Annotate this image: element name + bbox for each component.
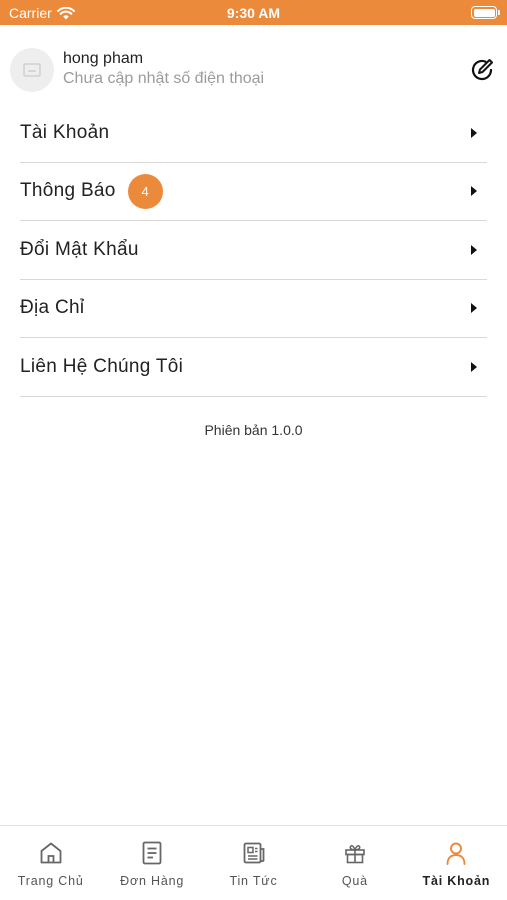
- menu-item-label: Địa Chỉ: [20, 297, 85, 319]
- avatar[interactable]: [10, 48, 54, 92]
- menu-item-address[interactable]: Địa Chỉ: [20, 280, 487, 338]
- chevron-right-icon: [471, 244, 477, 255]
- settings-menu: Tài Khoản Thông Báo 4 Đổi Mật Khẩu Địa C…: [20, 104, 487, 397]
- menu-item-label: Liên Hệ Chúng Tôi: [20, 355, 184, 377]
- notification-badge: 4: [127, 173, 163, 209]
- chevron-right-icon: [471, 303, 477, 314]
- menu-item-contact-us[interactable]: Liên Hệ Chúng Tôi: [20, 338, 487, 397]
- profile-name: hong pham: [63, 50, 144, 67]
- gift-icon: [342, 840, 368, 866]
- tab-home[interactable]: Trang Chủ: [0, 826, 101, 900]
- profile-phone: Chưa cập nhật số điện thoại: [63, 70, 265, 87]
- status-time: 9:30 AM: [226, 5, 281, 21]
- bottom-tab-bar: Trang Chủ Đơn Hàng Tin Tức Quà Tài Khoản: [0, 825, 507, 900]
- status-bar: Carrier 9:30 AM: [0, 0, 507, 25]
- edit-profile-button[interactable]: [467, 55, 497, 85]
- tab-label: Quà: [341, 874, 368, 888]
- profile-header: hong pham Chưa cập nhật số điện thoại: [10, 45, 497, 95]
- menu-item-change-password[interactable]: Đổi Mật Khẩu: [20, 221, 487, 280]
- news-icon: [241, 840, 267, 866]
- edit-icon: [471, 59, 493, 81]
- chevron-right-icon: [471, 186, 477, 197]
- orders-icon: [139, 840, 165, 866]
- tab-gifts[interactable]: Quà: [304, 826, 405, 900]
- menu-item-label: Đổi Mật Khẩu: [20, 238, 139, 260]
- menu-item-notifications[interactable]: Thông Báo 4: [20, 163, 487, 221]
- tab-label: Tin Tức: [229, 874, 278, 888]
- menu-item-label: Tài Khoản: [20, 121, 110, 143]
- tab-label: Trang Chủ: [17, 874, 84, 888]
- home-icon: [38, 840, 64, 866]
- avatar-placeholder-icon: [23, 63, 41, 77]
- chevron-right-icon: [471, 127, 477, 138]
- user-icon: [443, 840, 469, 866]
- tab-account[interactable]: Tài Khoản: [406, 826, 507, 900]
- app-version: Phiên bản 1.0.0: [204, 422, 303, 438]
- tab-orders[interactable]: Đơn Hàng: [101, 826, 202, 900]
- chevron-right-icon: [471, 361, 477, 372]
- tab-label: Đơn Hàng: [120, 874, 185, 888]
- tab-label: Tài Khoản: [422, 874, 491, 888]
- menu-item-account[interactable]: Tài Khoản: [20, 104, 487, 163]
- menu-item-label: Thông Báo: [20, 180, 116, 202]
- tab-news[interactable]: Tin Tức: [203, 826, 304, 900]
- battery-icon: [471, 6, 500, 19]
